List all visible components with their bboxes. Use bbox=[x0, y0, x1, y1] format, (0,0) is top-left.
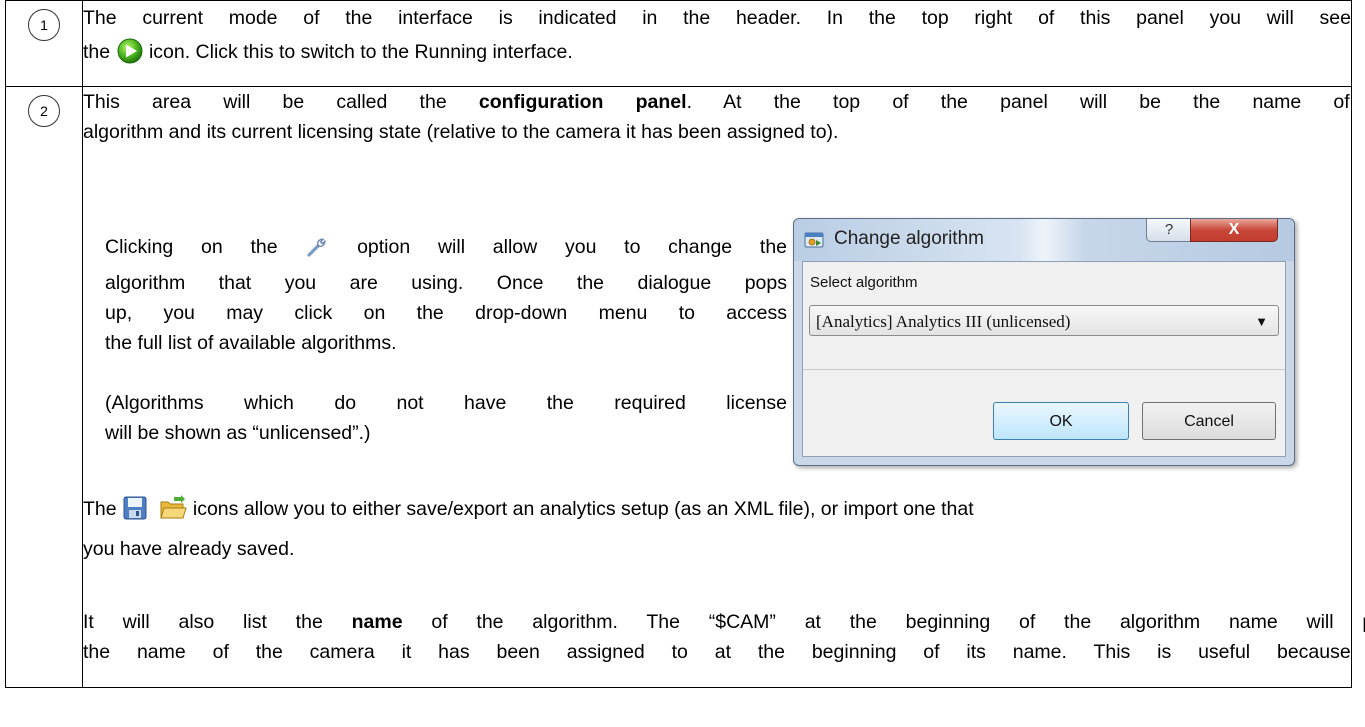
bold-term: configuration panel bbox=[478, 91, 687, 113]
text-line: the name of the camera it has been assig… bbox=[83, 641, 1365, 663]
text-line: The icons allow you to either save/expor… bbox=[83, 492, 1365, 532]
step-number-badge: 1 bbox=[28, 9, 60, 41]
ok-button[interactable]: OK bbox=[993, 402, 1129, 440]
step-number-cell: 1 bbox=[5, 0, 83, 87]
step-body: This area will be called the configurati… bbox=[83, 87, 1365, 687]
text-segment: This area will be called the bbox=[83, 91, 447, 113]
instruction-table: 1 The current mode of the interface is i… bbox=[5, 0, 1365, 688]
text-segment: icons allow you to either save/export an… bbox=[192, 498, 974, 520]
dialog-title: Change algorithm bbox=[834, 228, 984, 249]
text-segment: option will allow you to change the bbox=[357, 236, 788, 258]
text-line: the full list of available algorithms. bbox=[105, 332, 397, 354]
step-content: The current mode of the interface is ind… bbox=[82, 0, 1352, 87]
dropdown-value: [Analytics] Analytics III (unlicensed) bbox=[816, 312, 1071, 331]
chevron-down-icon: ▼ bbox=[1255, 314, 1268, 329]
text-segment: The bbox=[83, 498, 117, 520]
intro-paragraph: This area will be called the configurati… bbox=[83, 87, 1365, 147]
cancel-button[interactable]: Cancel bbox=[1142, 402, 1276, 440]
wrench-paragraph: Clicking on the option will allow you to… bbox=[105, 232, 787, 358]
text-segment: icon. Click this to switch to the Runnin… bbox=[148, 41, 573, 63]
text-line: (Algorithms which do not have the requir… bbox=[105, 392, 787, 414]
name-paragraph: It will also list the name of the algori… bbox=[83, 607, 1365, 667]
save-icon bbox=[122, 495, 148, 532]
text-segment: . At the top of the panel will be the na… bbox=[686, 91, 1365, 113]
text-segment: Clicking on the bbox=[105, 236, 278, 258]
select-algorithm-label: Select algorithm bbox=[810, 274, 918, 291]
help-button[interactable]: ? bbox=[1146, 219, 1192, 242]
text-segment: It will also list the bbox=[83, 611, 323, 633]
dialog-body: Select algorithm [Analytics] Analytics I… bbox=[802, 261, 1286, 457]
app-icon bbox=[804, 231, 824, 255]
wrench-icon bbox=[305, 235, 329, 268]
text-line: algorithm and its current licensing stat… bbox=[83, 121, 839, 143]
text-line: This area will be called the configurati… bbox=[83, 87, 1365, 117]
close-button[interactable]: X bbox=[1190, 219, 1278, 242]
play-icon bbox=[116, 38, 144, 75]
text-line: The current mode of the interface is ind… bbox=[83, 7, 1351, 29]
icons-paragraph: The icons allow you to either save/expor… bbox=[83, 492, 1365, 566]
text-line: algorithm that you are using. Once the d… bbox=[105, 272, 787, 294]
algorithm-dropdown[interactable]: [Analytics] Analytics III (unlicensed) ▼ bbox=[809, 305, 1279, 336]
text-segment: the bbox=[83, 41, 111, 63]
dialog-titlebar[interactable]: Change algorithm ? X bbox=[794, 219, 1294, 261]
open-folder-icon bbox=[159, 495, 188, 532]
text-line: up, you may click on the drop-down menu … bbox=[105, 302, 787, 324]
step-number-badge: 2 bbox=[28, 95, 60, 127]
change-algorithm-dialog: Change algorithm ? X Select algorithm [A… bbox=[793, 218, 1295, 466]
bold-term: name bbox=[351, 611, 403, 633]
text-line: you have already saved. bbox=[83, 538, 295, 560]
text-segment: of the algorithm. The “$CAM” at the begi… bbox=[431, 611, 1365, 633]
step-content: This area will be called the configurati… bbox=[82, 86, 1365, 688]
text-line: the icon. Click this to switch to the Ru… bbox=[83, 35, 1351, 75]
text-line: It will also list the name of the algori… bbox=[83, 607, 1365, 637]
table-row: 1 The current mode of the interface is i… bbox=[5, 0, 1352, 87]
text-line: Clicking on the option will allow you to… bbox=[105, 232, 787, 268]
text-line: will be shown as “unlicensed”.) bbox=[105, 422, 371, 444]
step-number-cell: 2 bbox=[5, 86, 83, 688]
table-row: 2 This area will be called the configura… bbox=[5, 86, 1365, 688]
unlicensed-paragraph: (Algorithms which do not have the requir… bbox=[105, 388, 787, 448]
